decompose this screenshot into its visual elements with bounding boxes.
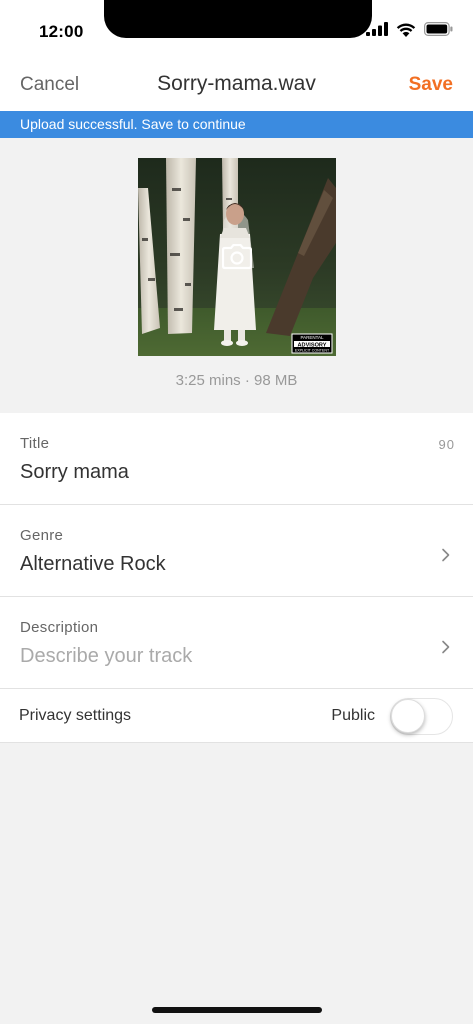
- advisory-text: ADVISORY: [297, 342, 326, 348]
- artwork-image[interactable]: PARENTAL ADVISORY EXPLICIT CONTENT: [138, 158, 336, 356]
- signal-icon: [366, 22, 388, 36]
- genre-label: Genre: [20, 527, 64, 544]
- chevron-right-icon: [442, 548, 450, 562]
- description-placeholder: Describe your track: [20, 645, 193, 667]
- track-form: Title 90 Sorry mama Genre Alternative Ro…: [0, 413, 473, 743]
- advisory-top-text: PARENTAL: [300, 335, 324, 340]
- chevron-right-icon: [442, 640, 450, 654]
- genre-row[interactable]: Genre Alternative Rock: [0, 505, 473, 597]
- battery-icon: [424, 22, 453, 36]
- device-notch: [104, 0, 372, 38]
- genre-value: Alternative Rock: [20, 553, 166, 575]
- top-area: 12:00 Cancel Sorry-mama.wav Save: [0, 0, 473, 111]
- title-char-counter: 90: [438, 437, 455, 452]
- toggle-knob: [391, 699, 425, 733]
- camera-icon[interactable]: [222, 244, 252, 270]
- parental-advisory-label: PARENTAL ADVISORY EXPLICIT CONTENT: [291, 333, 333, 354]
- title-value[interactable]: Sorry mama: [20, 461, 129, 484]
- status-icons: [366, 19, 453, 39]
- file-meta: 3:25 mins · 98 MB: [175, 372, 298, 389]
- status-time: 12:00: [39, 22, 84, 41]
- advisory-bottom-text: EXPLICIT CONTENT: [295, 349, 330, 353]
- description-label: Description: [20, 619, 99, 636]
- privacy-row: Privacy settings Public: [0, 689, 473, 743]
- wifi-icon: [396, 23, 416, 37]
- title-field[interactable]: Title 90 Sorry mama: [0, 413, 473, 505]
- nav-bar: Cancel Sorry-mama.wav Save: [0, 62, 473, 108]
- upload-status-banner: Upload successful. Save to continue: [0, 111, 473, 138]
- public-toggle[interactable]: [390, 698, 453, 735]
- home-indicator[interactable]: [152, 1007, 322, 1013]
- privacy-label: Privacy settings: [19, 707, 132, 724]
- description-row[interactable]: Description Describe your track: [0, 597, 473, 689]
- save-button[interactable]: Save: [409, 74, 453, 96]
- title-label: Title: [20, 435, 50, 452]
- cancel-button[interactable]: Cancel: [20, 74, 79, 96]
- public-label: Public: [331, 707, 375, 724]
